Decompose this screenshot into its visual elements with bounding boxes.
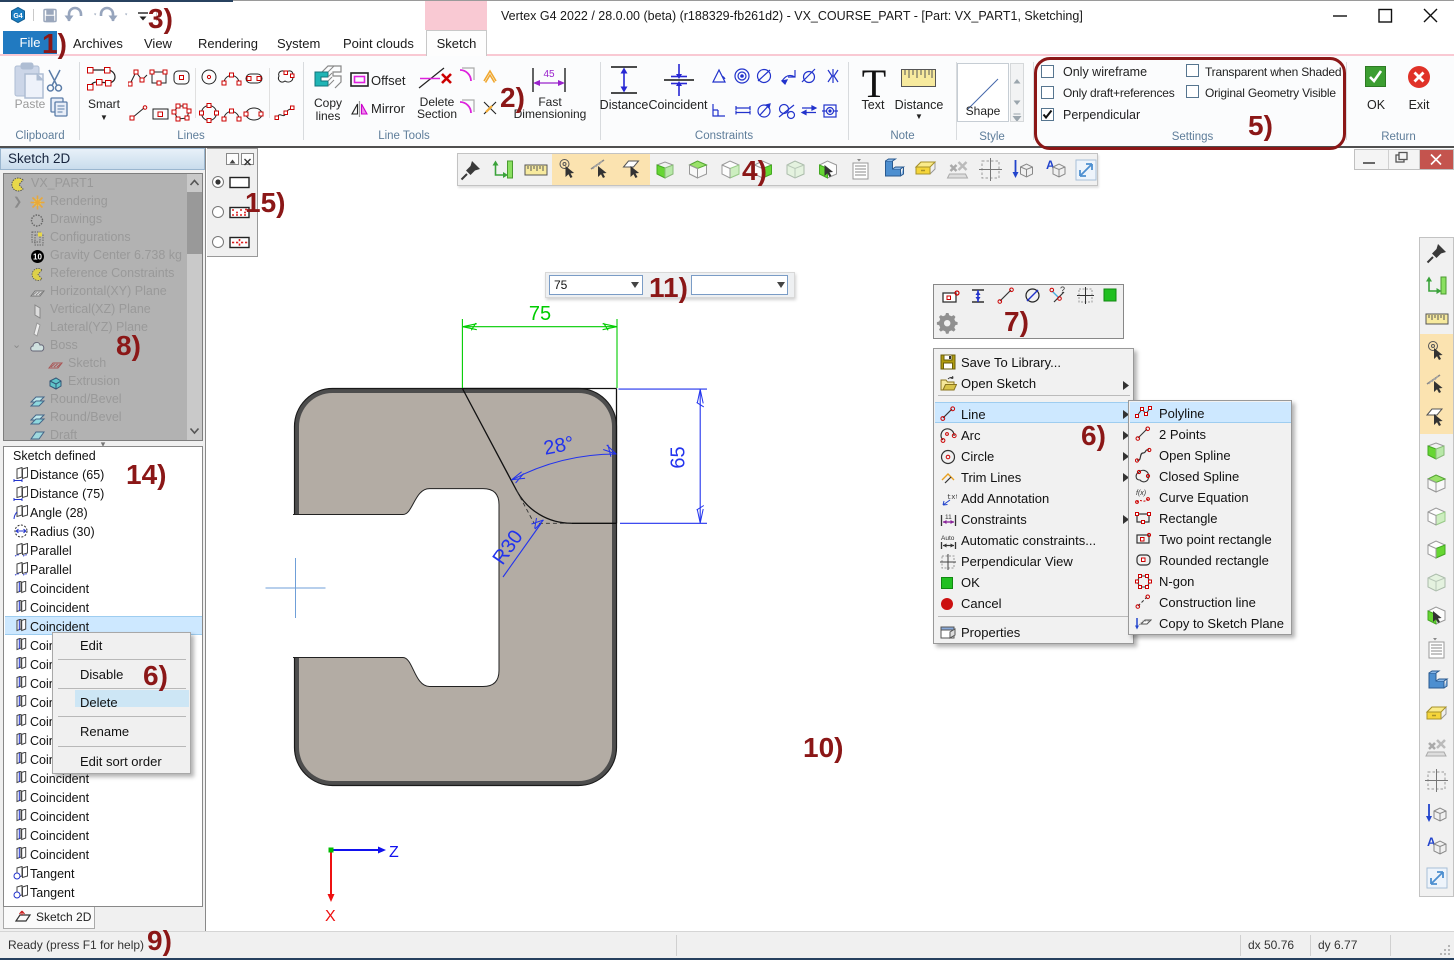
- svg-text:Auto: Auto: [941, 535, 955, 542]
- svg-text:75: 75: [529, 303, 551, 325]
- svg-text:f(x): f(x): [1136, 490, 1146, 497]
- svg-text:G4: G4: [13, 13, 22, 20]
- svg-text:45: 45: [543, 69, 555, 80]
- svg-text:?: ?: [1060, 285, 1065, 295]
- svg-text:11: 11: [945, 514, 952, 521]
- svg-text:X: X: [325, 908, 336, 925]
- svg-text:65: 65: [668, 446, 690, 468]
- svg-text:10: 10: [33, 253, 42, 262]
- svg-text:Z: Z: [389, 844, 399, 861]
